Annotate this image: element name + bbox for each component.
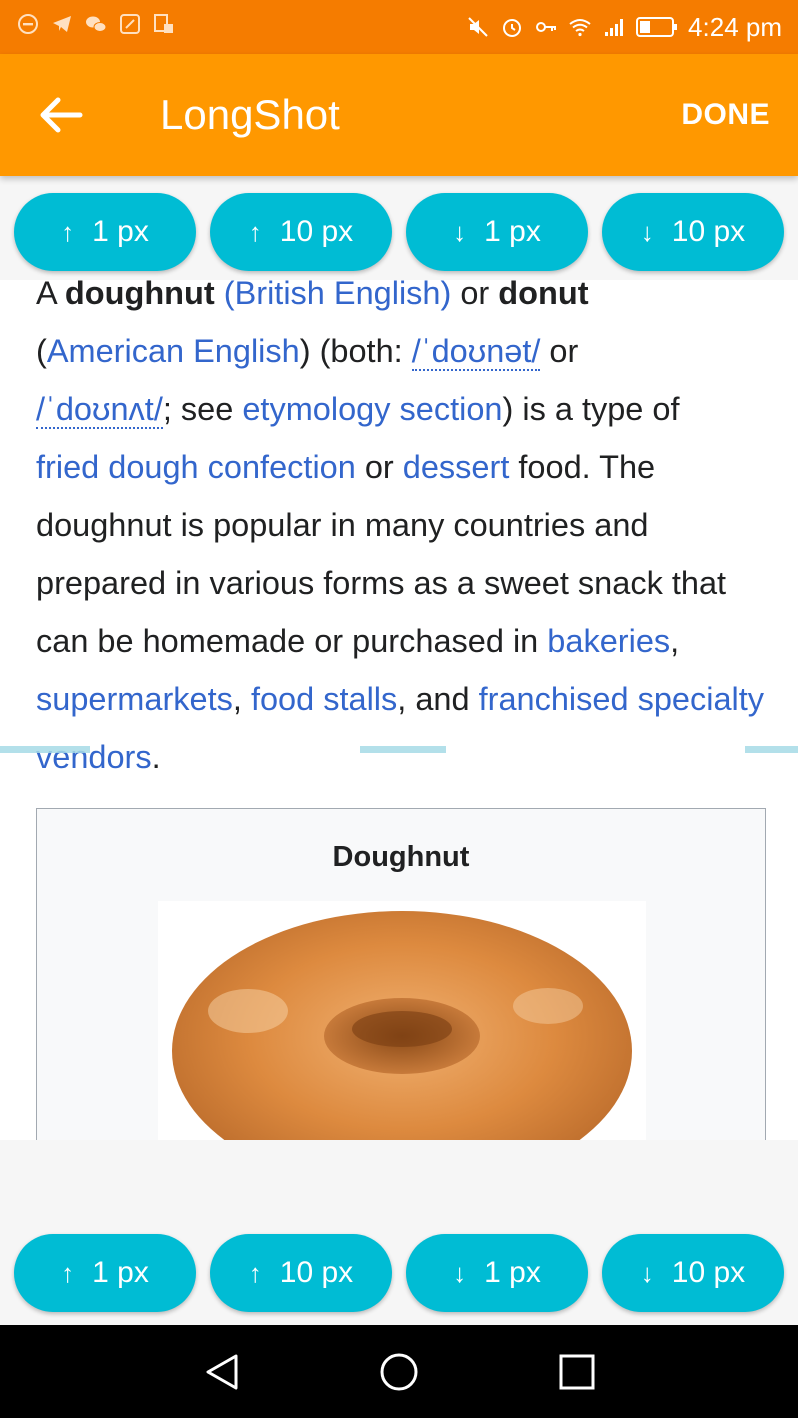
bottom-step-controls: ↑ 1 px ↑ 10 px ↓ 1 px ↓ 10 px — [0, 1225, 798, 1321]
down-1px-button[interactable]: ↓ 1 px — [406, 1234, 588, 1312]
sim-icon — [154, 14, 173, 33]
up-1px-button[interactable]: ↑ 1 px — [14, 193, 196, 271]
link-bakeries[interactable]: bakeries — [547, 623, 670, 659]
recents-nav-icon[interactable] — [556, 1351, 598, 1393]
arrow-up-icon: ↑ — [61, 1257, 75, 1288]
article-paragraph: A doughnut (British English) or donut (Am… — [36, 280, 766, 786]
article-text — [215, 280, 224, 311]
back-arrow-icon[interactable] — [36, 92, 86, 138]
article-text: ; see — [162, 391, 243, 427]
link-ipa-2[interactable]: /ˈdoʊnʌt/ — [36, 391, 163, 429]
stitch-guide-line-left — [0, 746, 90, 753]
vpn-key-icon — [536, 22, 557, 32]
step-label: 1 px — [92, 1256, 149, 1289]
link-ipa-1[interactable]: /ˈdoʊnət/ — [411, 333, 541, 371]
arrow-down-icon: ↓ — [640, 216, 654, 247]
status-bar: 4:24 pm — [0, 0, 798, 54]
bold-term: donut — [498, 280, 589, 311]
arrow-down-icon: ↓ — [640, 1257, 654, 1288]
down-1px-button[interactable]: ↓ 1 px — [406, 193, 588, 271]
article-text: or — [355, 449, 403, 485]
article-text: or — [540, 333, 579, 369]
step-label: 1 px — [92, 215, 149, 248]
navigation-bar — [0, 1325, 798, 1418]
clock: 4:24 pm — [688, 11, 782, 42]
step-label: 10 px — [279, 1256, 354, 1289]
arrow-up-icon: ↑ — [61, 216, 75, 247]
link-etymology-section[interactable]: etymology section — [242, 391, 502, 427]
down-10px-button[interactable]: ↓ 10 px — [602, 193, 784, 271]
back-nav-icon[interactable] — [200, 1351, 242, 1393]
mute-icon — [468, 17, 488, 37]
doughnut-photo — [172, 911, 632, 1140]
article-text: . — [151, 739, 161, 775]
link-dessert[interactable]: dessert — [403, 449, 510, 485]
up-10px-button[interactable]: ↑ 10 px — [210, 193, 392, 271]
link-fried-dough[interactable]: fried dough confection — [36, 449, 356, 485]
up-1px-button[interactable]: ↑ 1 px — [14, 1234, 196, 1312]
dnd-icon — [18, 14, 38, 34]
article-text: , — [232, 681, 251, 717]
arrow-down-icon: ↓ — [453, 216, 467, 247]
home-nav-icon[interactable] — [378, 1351, 420, 1393]
app-title: LongShot — [160, 91, 340, 138]
step-label: 10 px — [671, 1256, 746, 1289]
doughnut-image — [158, 901, 646, 1140]
telegram-icon — [53, 16, 71, 32]
link-supermarkets[interactable]: supermarkets — [36, 681, 233, 717]
step-label: 10 px — [279, 215, 354, 248]
link-american-english[interactable]: American English — [47, 333, 300, 369]
app-bar: LongShot DONE — [0, 54, 798, 176]
step-label: 1 px — [484, 1256, 541, 1289]
status-left-icons — [16, 12, 176, 36]
done-button[interactable]: DONE — [681, 98, 770, 132]
status-right-icons: 4:24 pm — [466, 8, 782, 46]
step-label: 1 px — [484, 215, 541, 248]
article-text: , — [670, 623, 680, 659]
infobox-title: Doughnut — [332, 841, 470, 873]
link-food-stalls[interactable]: food stalls — [251, 681, 397, 717]
down-10px-button[interactable]: ↓ 10 px — [602, 1234, 784, 1312]
edit-icon — [120, 14, 140, 34]
arrow-up-icon: ↑ — [248, 216, 262, 247]
article-text: , and — [397, 681, 479, 717]
top-step-controls: ↑ 1 px ↑ 10 px ↓ 1 px ↓ 10 px — [0, 184, 798, 280]
up-10px-button[interactable]: ↑ 10 px — [210, 1234, 392, 1312]
screenshot-preview[interactable]: A doughnut (British English) or donut (Am… — [0, 280, 798, 1140]
article-text: ) is a type of — [502, 391, 680, 427]
arrow-down-icon: ↓ — [453, 1257, 467, 1288]
article-text: A — [36, 280, 65, 311]
arrow-up-icon: ↑ — [248, 1257, 262, 1288]
stitch-guide-line-right — [745, 746, 798, 753]
wifi-icon — [569, 19, 591, 37]
step-label: 10 px — [671, 215, 746, 248]
signal-icon — [605, 19, 624, 36]
article-text: ) (both: — [299, 333, 412, 369]
bold-term: doughnut — [64, 280, 215, 311]
alarm-icon — [503, 19, 522, 37]
link-british-english[interactable]: (British English) — [224, 280, 452, 311]
stitch-guide-line-center — [360, 746, 446, 753]
article-text: ( — [36, 333, 47, 369]
infobox: Doughnut — [36, 808, 766, 1140]
battery-icon — [636, 17, 678, 37]
article-text: or — [451, 280, 499, 311]
wechat-icon — [86, 16, 107, 32]
